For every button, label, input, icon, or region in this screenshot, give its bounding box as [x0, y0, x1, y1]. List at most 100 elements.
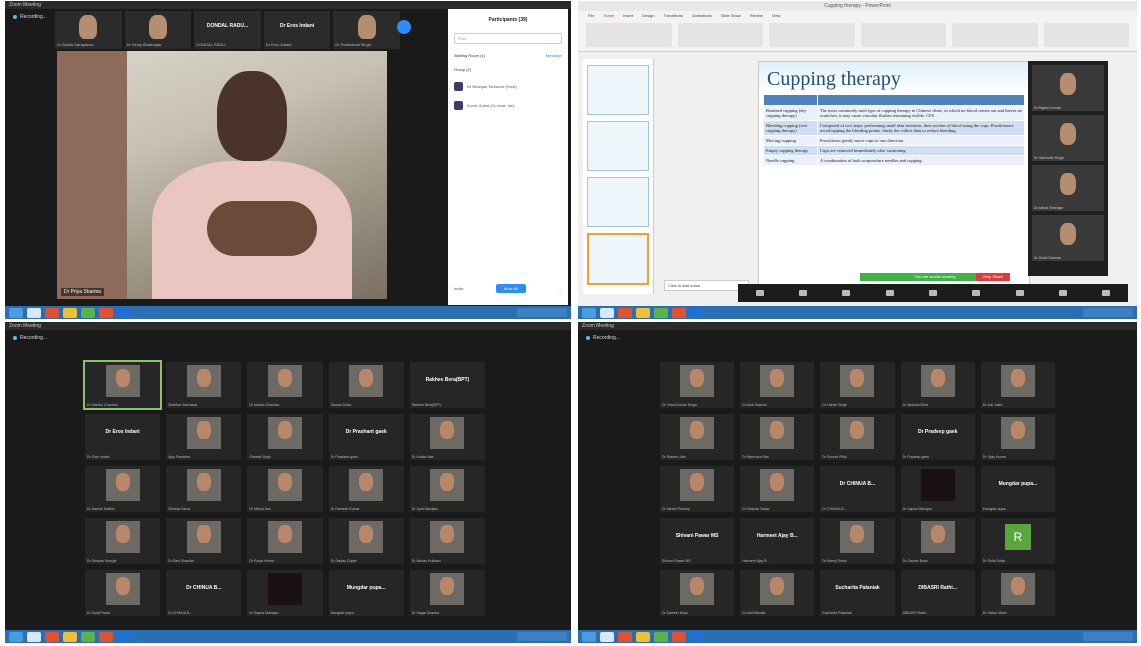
gallery-tile[interactable]: R Dr Rohit Dutta	[980, 518, 1055, 564]
gallery-tile[interactable]: Sheetal Karva	[166, 466, 242, 512]
search-icon[interactable]	[27, 631, 41, 642]
gallery-tile[interactable]: Dr Vinod Kumar Singh	[660, 362, 735, 408]
mute-all-button[interactable]: Mute All	[495, 284, 527, 293]
gallery-tile[interactable]: Dr Eros Indani Dr Eros Indani	[85, 414, 161, 460]
gallery-tile[interactable]: DIBASRI Rathi... DIBASRI Rathi...	[900, 570, 975, 616]
stop-share-button[interactable]: Stop Share	[976, 273, 1010, 281]
gallery-tile[interactable]: Dr Harish Singh	[820, 362, 895, 408]
mic-icon[interactable]	[755, 290, 764, 296]
ribbon-tab-home[interactable]: Home	[603, 13, 614, 18]
start-icon[interactable]	[582, 307, 596, 318]
gallery-tile[interactable]: Dr Jyoti Mahajan	[409, 466, 485, 512]
chrome-icon[interactable]	[654, 631, 668, 642]
drawing-group[interactable]	[952, 23, 1038, 47]
gallery-tile[interactable]: Dr Mohan Kulkarni	[409, 518, 485, 564]
participant-tile[interactable]: Dr Akhila Narayanan	[55, 11, 122, 49]
video-icon[interactable]	[798, 290, 807, 296]
slide-canvas[interactable]: Cupping therapy Retained cupping (dry cu…	[758, 61, 1030, 293]
gallery-tile[interactable]: Mungdar pupa... Mungdar pupa...	[328, 570, 404, 616]
ribbon-tab-insert[interactable]: Insert	[623, 13, 633, 18]
browser-icon[interactable]	[45, 307, 59, 318]
gallery-tile[interactable]: Dr Kavita Nair	[409, 414, 485, 460]
search-icon[interactable]	[27, 307, 41, 318]
zoom-icon[interactable]	[690, 631, 704, 642]
participant-tile[interactable]: Dr Eros Indani Dr Eros Indani	[263, 11, 331, 49]
gallery-tile[interactable]: Dr Mukesh Bhat	[900, 362, 975, 408]
gallery-tile[interactable]: Ajay Parashar	[166, 414, 242, 460]
slide-thumbnail[interactable]	[587, 65, 649, 115]
gallery-tile[interactable]: Shivani Pawar MS Shivani Pawar MS	[660, 518, 735, 564]
gallery-tile[interactable]: Dr CHINUA B... Dr CHINUA B...	[820, 466, 895, 512]
participant-row[interactable]: Zoom Guest (Co-host, me)	[454, 101, 562, 110]
zoom-icon[interactable]	[117, 307, 131, 318]
slides-group[interactable]	[677, 23, 763, 47]
search-icon[interactable]	[600, 307, 614, 318]
browser-icon[interactable]	[618, 631, 632, 642]
slide-thumbnail[interactable]	[587, 121, 649, 171]
chat-icon[interactable]	[928, 290, 937, 296]
powerpoint-icon[interactable]	[99, 307, 113, 318]
slide-thumbnail-selected[interactable]	[587, 233, 649, 285]
folder-icon[interactable]	[63, 631, 77, 642]
gallery-tile[interactable]: Dr Ravi Shankar	[166, 518, 242, 564]
gallery-tile[interactable]: Dr Ashish Pandey	[660, 466, 735, 512]
ribbon-tab-file[interactable]: File	[588, 13, 594, 18]
powerpoint-icon[interactable]	[99, 631, 113, 642]
gallery-tile[interactable]: Dr Deepak Kanojia	[85, 518, 161, 564]
gallery-tile[interactable]: Dr Anil Joshi	[980, 362, 1055, 408]
zoom-icon[interactable]	[117, 631, 131, 642]
participant-search-input[interactable]: Find	[454, 33, 562, 44]
gallery-tile[interactable]: Dr Sagar Sharma	[409, 570, 485, 616]
folder-icon[interactable]	[63, 307, 77, 318]
gallery-tile[interactable]: Rakhee Bera(BPT) Rakhee Bera(BPT)	[409, 362, 485, 408]
gallery-tile[interactable]: Dr Sapna Mahajan	[247, 570, 323, 616]
gallery-tile[interactable]: Dr Sanjay Gupta	[328, 518, 404, 564]
gallery-tile[interactable]: Dr Sapna Mahajan	[900, 466, 975, 512]
participant-video-tile[interactable]: Dr Harvinder Singh	[1032, 115, 1104, 161]
zoom-icon[interactable]	[690, 307, 704, 318]
gallery-tile[interactable]: Dr CHINUA B... Dr CHINUA B...	[166, 570, 242, 616]
folder-icon[interactable]	[636, 307, 650, 318]
folder-icon[interactable]	[636, 631, 650, 642]
clipboard-group[interactable]	[586, 23, 672, 47]
start-icon[interactable]	[582, 631, 596, 642]
security-icon[interactable]	[842, 290, 851, 296]
message-link[interactable]: Message	[546, 53, 562, 58]
gallery-tile[interactable]: Dr Naresh Mallick	[85, 466, 161, 512]
gallery-tile[interactable]: Dr Ramesh Kumar	[328, 466, 404, 512]
gallery-tile[interactable]: Dr Rakesh Jain	[660, 414, 735, 460]
search-icon[interactable]	[600, 631, 614, 642]
record-icon[interactable]	[1015, 290, 1024, 296]
gallery-tile[interactable]: Dr Manoj Tiwari	[820, 518, 895, 564]
group-row[interactable]: Group (2)	[454, 67, 562, 72]
gallery-tile[interactable]: Dr Suresh Pillai	[820, 414, 895, 460]
participant-row[interactable]: Dr Niranjan Tarkunde (Host)	[454, 82, 562, 91]
browser-icon[interactable]	[618, 307, 632, 318]
paragraph-group[interactable]	[860, 23, 946, 47]
gallery-tile[interactable]: Saurav Dutta	[328, 362, 404, 408]
gallery-tile[interactable]: Harmeet Ajay B... Harmeet Ajay B...	[740, 518, 815, 564]
ribbon-tab-slide-show[interactable]: Slide Show	[721, 13, 741, 18]
ribbon-tab-review[interactable]: Review	[750, 13, 763, 18]
ribbon-tab-design[interactable]: Design	[642, 13, 654, 18]
share-icon[interactable]	[972, 290, 981, 296]
gallery-tile[interactable]: Dr Nilima Das	[247, 466, 323, 512]
gallery-tile[interactable]: Dr Gaurav Bose	[900, 518, 975, 564]
participant-tile[interactable]: Dr Vinay Bhatnagar	[124, 11, 192, 49]
chrome-icon[interactable]	[81, 307, 95, 318]
powerpoint-icon[interactable]	[672, 307, 686, 318]
chrome-icon[interactable]	[654, 307, 668, 318]
gallery-tile[interactable]: Dr Madan Chandra	[247, 362, 323, 408]
gallery-tile[interactable]: Dr Alok Sharma	[740, 362, 815, 408]
notes-field[interactable]: Click to add notes	[664, 280, 749, 291]
ribbon-tab-animations[interactable]: Animations	[692, 13, 712, 18]
powerpoint-icon[interactable]	[672, 631, 686, 642]
invite-button[interactable]: Invite	[454, 286, 464, 291]
active-speaker-video[interactable]: Dr Priya Sharma	[57, 51, 387, 299]
gallery-tile[interactable]: Dr Amit Bhosle	[740, 570, 815, 616]
gallery-tile[interactable]: Dr Sameer Khan	[660, 570, 735, 616]
participants-icon[interactable]	[885, 290, 894, 296]
gallery-tile[interactable]: Dr Prashant gaek Dr Prashant gaek	[328, 414, 404, 460]
gallery-tile[interactable]: Dr Pooja Verma	[247, 518, 323, 564]
start-icon[interactable]	[9, 307, 23, 318]
